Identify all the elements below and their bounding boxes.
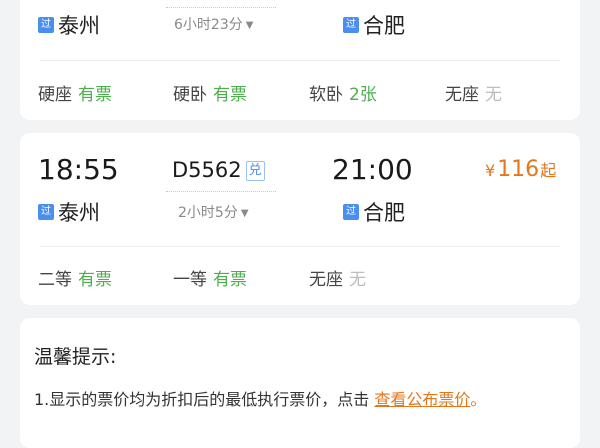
tips-card: 温馨提示: 1.显示的票价均为折扣后的最低执行票价，点击 查看公布票价。 xyxy=(20,318,580,448)
from-station: 过泰州 xyxy=(38,197,100,227)
divider xyxy=(40,246,560,247)
tips-line: 1.显示的票价均为折扣后的最低执行票价，点击 查看公布票价。 xyxy=(34,390,487,409)
to-station: 过合肥 xyxy=(343,10,405,40)
seat-info: 无座无 xyxy=(309,270,366,290)
seat-info: 软卧 2张 xyxy=(309,85,377,105)
tips-title: 温馨提示: xyxy=(34,346,117,368)
exchange-badge: 兑 xyxy=(245,161,265,181)
pass-badge: 过 xyxy=(343,17,359,33)
view-published-fares-link[interactable]: 查看公布票价 xyxy=(374,390,470,409)
train-card[interactable]: 过泰州 6小时23分 ▼ 过合肥 硬座 有票 硬卧 有票 软卧 2张 无座无 xyxy=(20,0,580,120)
caret-down-icon: ▼ xyxy=(240,207,249,219)
arrive-time: 21:00 xyxy=(332,153,413,186)
route-dotted-line xyxy=(166,191,276,192)
depart-time: 18:55 xyxy=(38,153,119,186)
price: ¥116起 xyxy=(485,157,557,182)
from-station: 过泰州 xyxy=(38,10,100,40)
duration-toggle[interactable]: 2小时5分 ▼ xyxy=(178,202,249,222)
seat-info: 无座无 xyxy=(445,85,502,105)
seat-info: 硬卧 有票 xyxy=(173,85,247,105)
route-dotted-line xyxy=(166,7,276,8)
duration-toggle[interactable]: 6小时23分 ▼ xyxy=(174,14,253,34)
to-station: 过合肥 xyxy=(343,197,405,227)
seat-info: 一等 有票 xyxy=(173,270,247,290)
seat-info: 硬座 有票 xyxy=(38,85,112,105)
train-number: D5562 兑 xyxy=(172,158,265,182)
seat-info: 二等 有票 xyxy=(38,270,112,290)
pass-badge: 过 xyxy=(38,204,54,220)
pass-badge: 过 xyxy=(343,204,359,220)
train-card[interactable]: 18:55 D5562 兑 21:00 ¥116起 过泰州 2小时5分 ▼ 过合肥 … xyxy=(20,133,580,305)
divider xyxy=(40,60,560,61)
pass-badge: 过 xyxy=(38,17,54,33)
caret-down-icon: ▼ xyxy=(245,19,254,31)
